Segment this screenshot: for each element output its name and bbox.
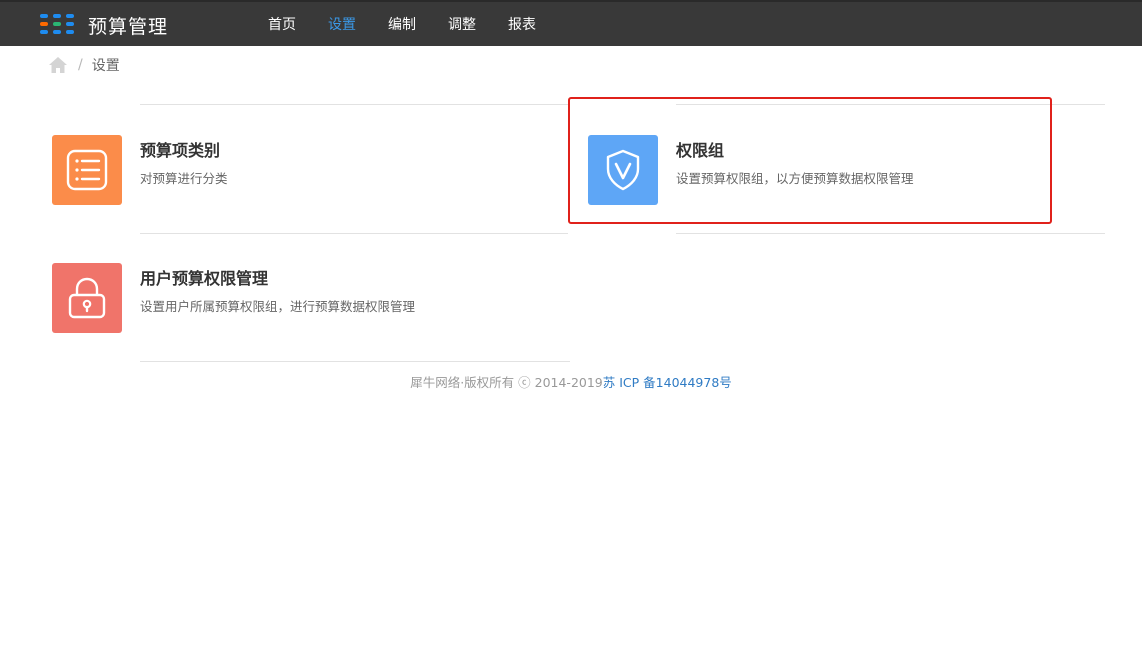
icp-link[interactable]: 苏 ICP 备14044978号 [603, 375, 732, 390]
breadcrumb-separator: / [78, 57, 83, 73]
app-logo-icon [40, 14, 74, 34]
card-description: 设置用户所属预算权限组，进行预算数据权限管理 [140, 299, 416, 314]
card-icon-box [52, 135, 122, 205]
card-title[interactable]: 权限组 [676, 137, 724, 161]
footer-copyright: 犀牛网络·版权所有 ⓒ 2014-2019 [410, 375, 603, 390]
list-icon [66, 149, 108, 191]
card-budget-category[interactable]: 预算项类别 对预算进行分类 [52, 135, 552, 205]
card-icon-box [52, 263, 122, 333]
divider [140, 233, 568, 234]
top-navigation-bar: 预算管理 首页 设置 编制 调整 报表 [0, 0, 1142, 46]
nav-item-settings[interactable]: 设置 [312, 2, 372, 48]
footer: 犀牛网络·版权所有 ⓒ 2014-2019苏 ICP 备14044978号 [0, 372, 1142, 391]
app-title: 预算管理 [88, 16, 169, 38]
card-permission-group[interactable]: 权限组 设置预算权限组，以方便预算数据权限管理 [588, 135, 1028, 205]
home-icon[interactable] [48, 56, 68, 74]
divider [140, 361, 570, 362]
breadcrumb-current: 设置 [91, 58, 120, 74]
breadcrumb: / 设置 [48, 54, 120, 76]
card-title[interactable]: 用户预算权限管理 [140, 265, 268, 289]
divider [676, 104, 1105, 105]
card-title[interactable]: 预算项类别 [140, 137, 220, 161]
card-icon-box [588, 135, 658, 205]
nav-item-reports[interactable]: 报表 [492, 2, 552, 48]
divider [676, 233, 1105, 234]
card-description: 设置预算权限组，以方便预算数据权限管理 [676, 171, 914, 186]
nav-item-compile[interactable]: 编制 [372, 2, 432, 48]
lock-icon [68, 277, 106, 319]
main-nav: 首页 设置 编制 调整 报表 [252, 2, 552, 48]
card-user-budget-permission[interactable]: 用户预算权限管理 设置用户所属预算权限组，进行预算数据权限管理 [52, 263, 552, 333]
divider [140, 104, 568, 105]
card-description: 对预算进行分类 [140, 171, 228, 186]
shield-icon [606, 149, 640, 191]
nav-item-adjust[interactable]: 调整 [432, 2, 492, 48]
nav-item-home[interactable]: 首页 [252, 2, 312, 48]
